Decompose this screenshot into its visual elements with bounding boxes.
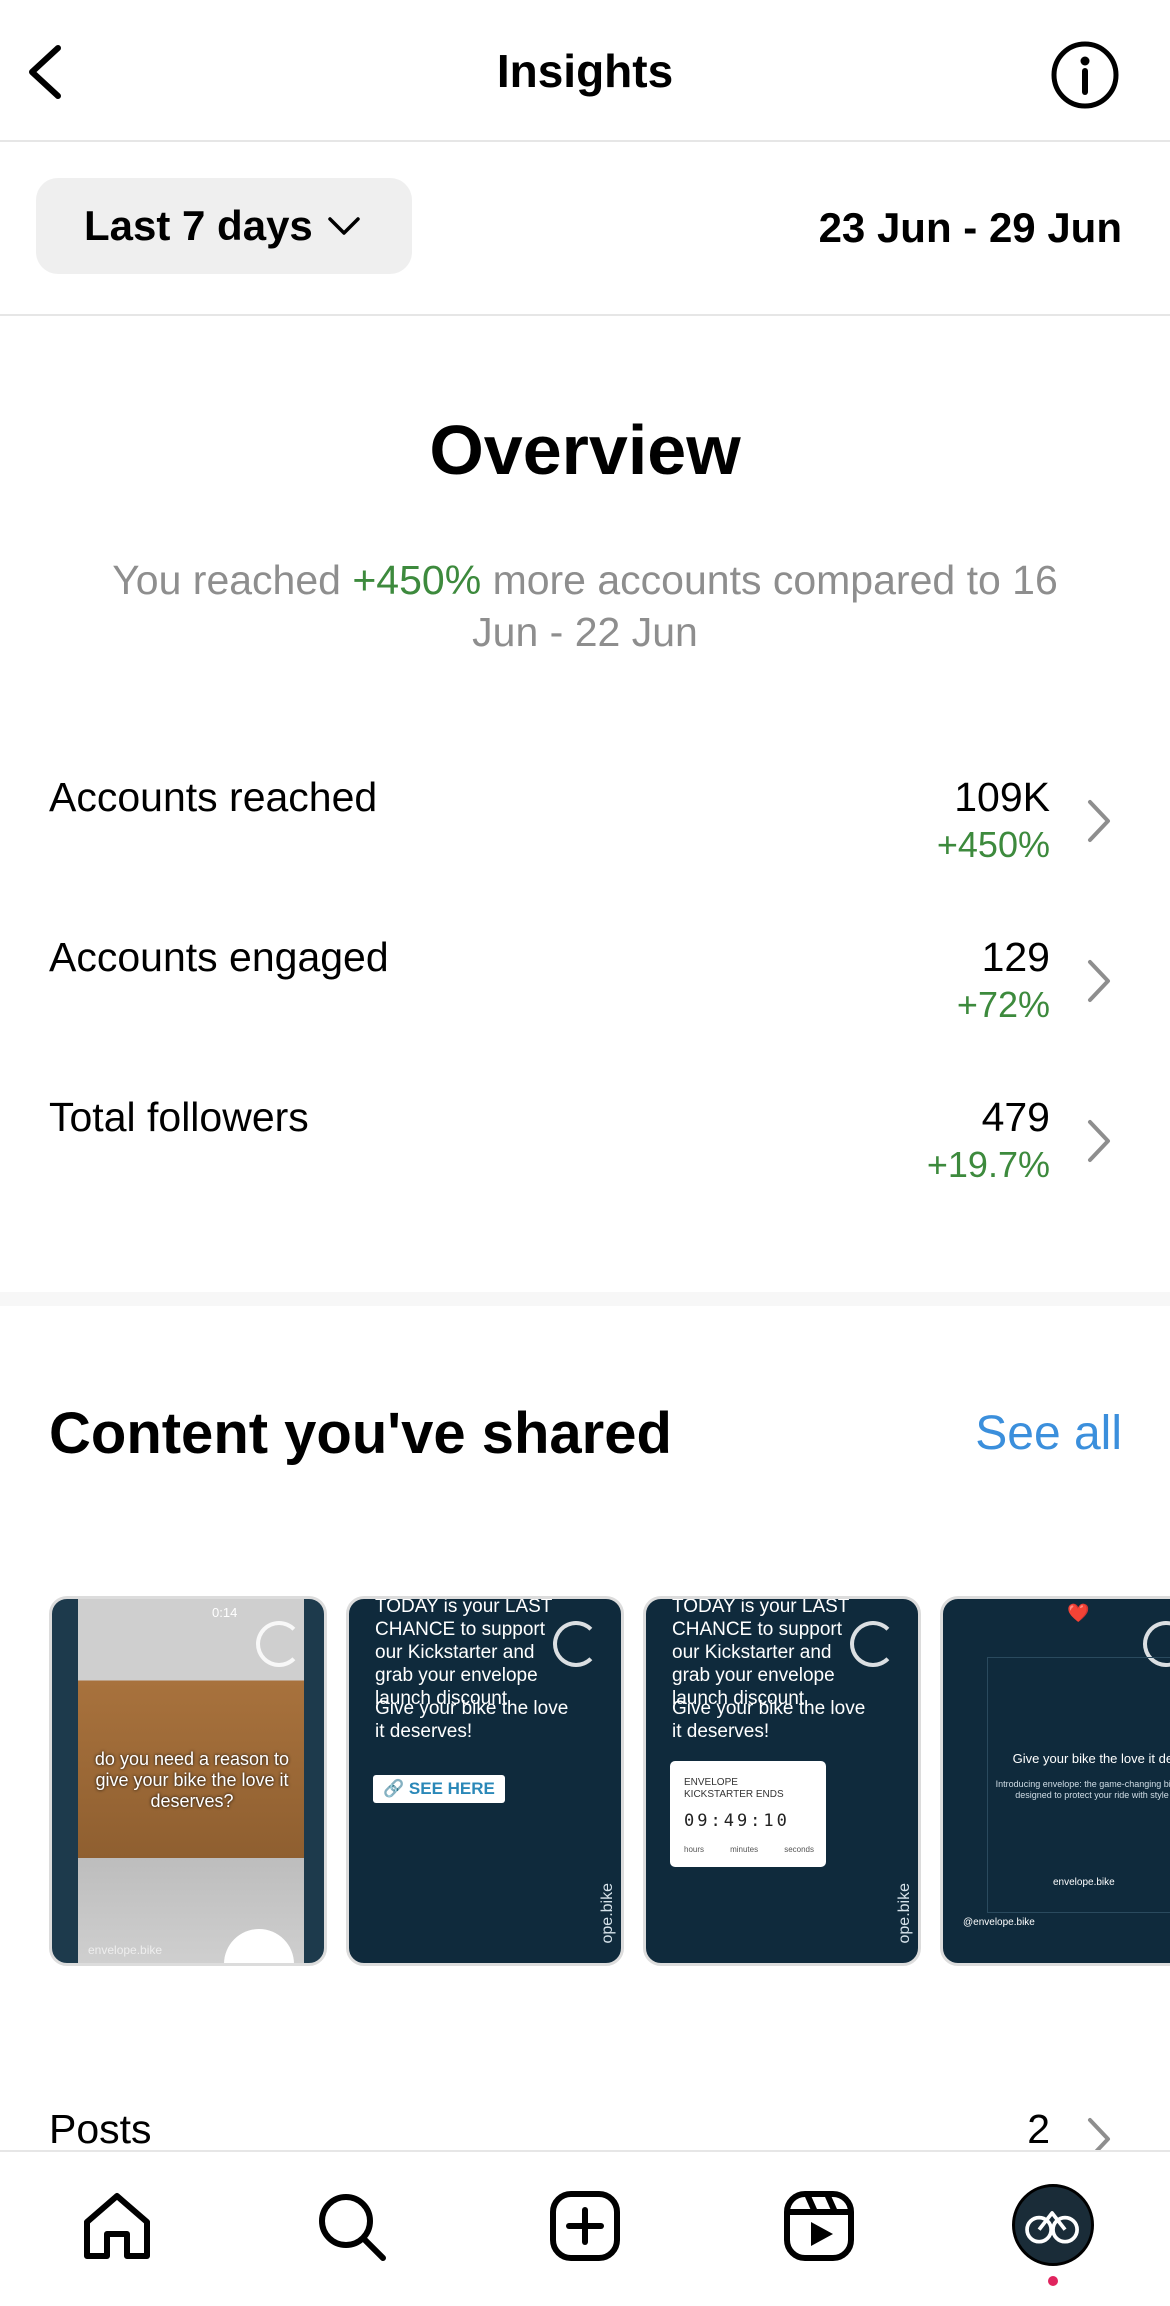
story-text: TODAY is your LAST CHANCE to support our… [672,1596,850,1709]
create-icon [550,2191,620,2261]
chevron-down-icon [328,217,360,235]
profile-avatar[interactable] [1012,2184,1094,2266]
countdown-digits: 09:49:10 [684,1811,790,1831]
metric-label: Accounts engaged [49,934,389,980]
bike-logo-icon [1025,2211,1079,2244]
chevron-right-icon [1088,800,1110,842]
content-thumbnail[interactable]: ❤️ Give your bike the love it deserves I… [940,1596,1170,1966]
metric-value: 129 [981,934,1050,980]
metric-change: +450% [936,824,1050,865]
overview-summary: You reached +450% more accounts compared… [100,554,1070,658]
link-icon: 🔗 [383,1779,405,1798]
video-overlay-text: do you need a reason to give your bike t… [94,1749,290,1811]
tab-reels[interactable] [781,2188,857,2264]
see-all-link[interactable]: See all [975,1406,1122,1461]
content-thumbnail[interactable]: TODAY is your LAST CHANCE to support our… [643,1596,921,1966]
info-icon[interactable] [1050,40,1120,110]
content-thumbnails: 0:14 do you need a reason to give your b… [0,1596,1170,1968]
story-text: TODAY is your LAST CHANCE to support our… [375,1596,553,1709]
countdown-units: hours minutes seconds [684,1845,814,1854]
video-duration: 0:14 [212,1605,238,1620]
content-thumbnail[interactable]: TODAY is your LAST CHANCE to support our… [346,1596,624,1966]
countdown-title: ENVELOPE KICKSTARTER ENDS [684,1777,784,1800]
tab-create[interactable] [547,2188,623,2264]
story-subtext: Give your bike the love it deserves! [672,1698,866,1742]
search-icon [319,2194,386,2261]
loading-spinner-icon [256,1621,302,1667]
chevron-right-icon [1088,960,1110,1002]
date-range-dropdown[interactable]: Last 7 days [36,178,412,274]
story-side-handle: ope.bike [599,1882,616,1944]
home-icon [84,2193,150,2259]
post-headline: Give your bike the love it deserves [1012,1751,1170,1766]
content-shared-title: Content you've shared [49,1401,672,1466]
story-subtext: Give your bike the love it deserves! [375,1698,569,1742]
chevron-right-icon [1088,1120,1110,1162]
date-range-label: Last 7 days [84,202,313,249]
tab-home[interactable] [79,2188,155,2264]
metric-value: 109K [954,774,1050,820]
top-bar: Insights [0,0,1170,142]
section-divider [0,1292,1170,1306]
overview-title: Overview [429,411,741,489]
tab-search[interactable] [313,2188,389,2264]
metric-accounts-engaged[interactable]: Accounts engaged 129 +72% [0,934,1170,1074]
countdown-unit: seconds [784,1845,814,1854]
countdown-unit: hours [684,1845,705,1854]
metric-change: +19.7% [926,1144,1050,1185]
post-brand: envelope.bike [1053,1877,1115,1888]
overview-summary-prefix: You reached [112,557,353,603]
metric-accounts-reached[interactable]: Accounts reached 109K +450% [0,774,1170,914]
metric-change: +72% [956,984,1050,1025]
bottom-tab-bar [0,2150,1170,2306]
countdown-sticker: ENVELOPE KICKSTARTER ENDS 09:49:10 hours… [670,1761,826,1867]
metric-value: 479 [981,1094,1050,1140]
posts-label: Posts [49,2106,152,2152]
post-body: Introducing envelope: the game-changing … [995,1779,1170,1800]
countdown-unit: minutes [730,1845,759,1854]
see-here-sticker: 🔗 SEE HERE [373,1775,505,1803]
date-range-text: 23 Jun - 29 Jun [818,204,1122,251]
posts-count: 2 [1027,2106,1050,2152]
reels-icon [784,2191,854,2261]
overview-summary-suffix: more accounts compared to 16 Jun - 22 Ju… [472,557,1058,655]
video-handle: envelope.bike [88,1943,163,1957]
page-title: Insights [496,45,674,97]
post-handle: @envelope.bike [963,1917,1035,1928]
see-here-label: SEE HERE [408,1779,495,1798]
metric-total-followers[interactable]: Total followers 479 +19.7% [0,1094,1170,1234]
date-filter-row: Last 7 days 23 Jun - 29 Jun [0,142,1170,316]
overview-summary-pct: +450% [352,557,482,603]
metric-label: Total followers [49,1094,309,1140]
content-thumbnail[interactable]: 0:14 do you need a reason to give your b… [49,1596,327,1966]
story-side-handle: ope.bike [896,1882,913,1944]
metric-label: Accounts reached [49,774,378,820]
heart-emoji: ❤️ [1067,1603,1090,1623]
notification-dot [1048,2276,1058,2286]
